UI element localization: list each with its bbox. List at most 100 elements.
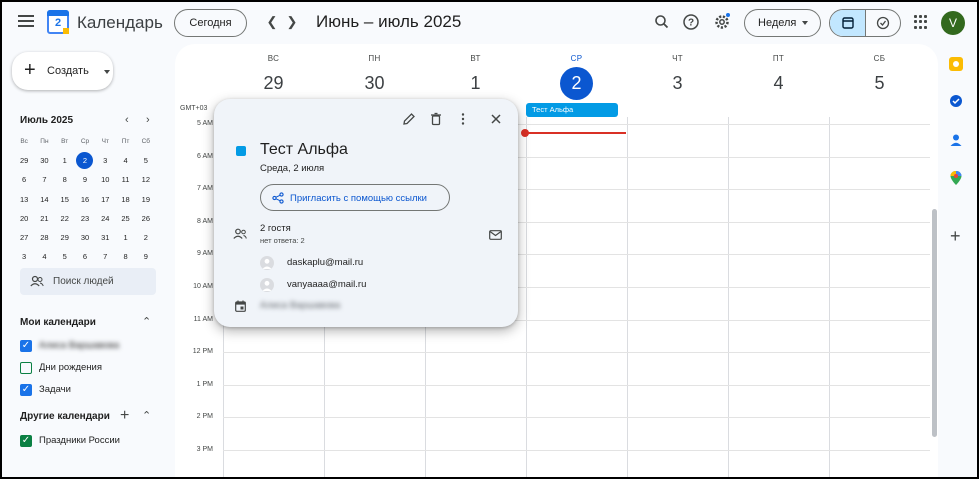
mini-day[interactable]: 3 [95,151,115,170]
chevron-right-icon[interactable]: ❯ [284,13,300,31]
chevron-left-icon[interactable]: ❮ [264,13,280,31]
keep-icon[interactable] [949,57,963,71]
add-calendar-plus-icon[interactable]: + [120,407,129,425]
mini-day[interactable]: 30 [75,228,95,247]
day-number[interactable]: 1 [459,67,492,100]
hour-label: 6 AM [197,152,213,160]
day-number[interactable]: 29 [257,67,290,100]
invite-via-link-label: Пригласить с помощью ссылки [290,193,427,204]
day-number[interactable]: 4 [762,67,795,100]
mini-day[interactable]: 9 [75,170,95,189]
tasks-icon[interactable] [949,94,963,108]
main-menu-icon[interactable] [16,12,36,32]
apps-grid-icon[interactable] [914,15,928,29]
close-icon[interactable] [488,111,504,127]
day-header[interactable]: СР 2 [526,44,627,102]
mini-day[interactable]: 29 [14,151,34,170]
mini-day[interactable]: 12 [136,170,156,189]
my-calendars-title[interactable]: Мои календари [20,317,96,328]
tasks-view-toggle[interactable] [866,10,900,36]
checkbox-checked-icon[interactable]: ✓ [20,435,32,447]
mini-day[interactable]: 24 [95,209,115,228]
day-number[interactable]: 5 [863,67,896,100]
mini-day[interactable]: 23 [75,209,95,228]
invite-via-link-button[interactable]: Пригласить с помощью ссылки [260,184,450,211]
day-name: ЧТ [672,54,683,63]
add-addon-plus-icon[interactable]: + [950,226,961,247]
mini-day[interactable]: 7 [34,170,54,189]
mini-day[interactable]: 5 [136,151,156,170]
mini-day[interactable]: 27 [14,228,34,247]
checkbox-checked-icon[interactable]: ✓ [20,340,32,352]
search-people-input[interactable]: Поиск людей [20,268,156,295]
day-number[interactable]: 3 [661,67,694,100]
checkbox-unchecked-icon[interactable] [20,362,32,374]
scrollbar[interactable] [932,209,937,437]
mini-day[interactable]: 29 [55,228,75,247]
day-header[interactable]: ПТ 4 [728,44,829,102]
mini-day[interactable]: 1 [115,228,135,247]
mini-day[interactable]: 5 [55,247,75,266]
mini-day[interactable]: 4 [34,247,54,266]
mini-day[interactable]: 11 [115,170,135,189]
today-button[interactable]: Сегодня [174,9,247,37]
mini-day[interactable]: 10 [95,170,115,189]
contacts-icon[interactable] [949,133,963,147]
svg-text:?: ? [688,18,694,29]
mini-day[interactable]: 21 [34,209,54,228]
day-header[interactable]: ВС 29 [223,44,324,102]
mini-day[interactable]: 22 [55,209,75,228]
mini-day[interactable]: 20 [14,209,34,228]
allday-event[interactable]: Тест Альфа [526,103,618,117]
mini-next-icon[interactable]: › [146,114,150,126]
mini-day[interactable]: 4 [115,151,135,170]
delete-trash-icon[interactable] [428,111,444,127]
chevron-up-icon[interactable]: ⌃ [142,409,151,422]
day-header[interactable]: ЧТ 3 [627,44,728,102]
mini-day[interactable]: 13 [14,190,34,209]
mini-day-number: 4 [123,156,128,166]
mini-day[interactable]: 31 [95,228,115,247]
more-options-icon[interactable] [455,111,471,127]
mini-day[interactable]: 14 [34,190,54,209]
mini-day[interactable]: 3 [14,247,34,266]
mini-day-number: 6 [82,252,88,262]
mini-day[interactable]: 25 [115,209,135,228]
day-header[interactable]: ВТ 1 [425,44,526,102]
mini-day[interactable]: 2 [136,228,156,247]
mini-day[interactable]: 6 [14,170,34,189]
mini-day[interactable]: 1 [55,151,75,170]
search-icon[interactable] [652,12,672,32]
email-guests-icon[interactable] [489,230,502,240]
chevron-up-icon[interactable]: ⌃ [142,315,151,328]
day-number[interactable]: 2 [560,67,593,100]
day-header[interactable]: СБ 5 [829,44,930,102]
mini-day[interactable]: 16 [75,190,95,209]
mini-day[interactable]: 18 [115,190,135,209]
mini-day[interactable]: 2 [75,151,95,170]
mini-day[interactable]: 15 [55,190,75,209]
mini-day[interactable]: 30 [34,151,54,170]
mini-day[interactable]: 8 [55,170,75,189]
mini-day[interactable]: 28 [34,228,54,247]
calendar-view-toggle[interactable] [830,10,866,36]
help-icon[interactable]: ? [681,12,701,32]
day-number[interactable]: 30 [358,67,391,100]
mini-prev-icon[interactable]: ‹ [125,114,129,126]
mini-day[interactable]: 19 [136,190,156,209]
account-avatar[interactable]: V [941,11,965,35]
checkbox-checked-icon[interactable]: ✓ [20,384,32,396]
other-calendars-title[interactable]: Другие календари [20,411,110,422]
mini-day[interactable]: 6 [75,247,95,266]
day-header[interactable]: ПН 30 [324,44,425,102]
view-select[interactable]: Неделя [744,9,821,37]
mini-day[interactable]: 9 [136,247,156,266]
create-button[interactable]: + Создать [12,52,113,90]
mini-day[interactable]: 7 [95,247,115,266]
maps-icon[interactable] [949,170,963,185]
edit-pencil-icon[interactable] [401,111,417,127]
mini-day[interactable]: 8 [115,247,135,266]
mini-day[interactable]: 26 [136,209,156,228]
settings-gear-icon[interactable] [712,12,732,32]
mini-day[interactable]: 17 [95,190,115,209]
